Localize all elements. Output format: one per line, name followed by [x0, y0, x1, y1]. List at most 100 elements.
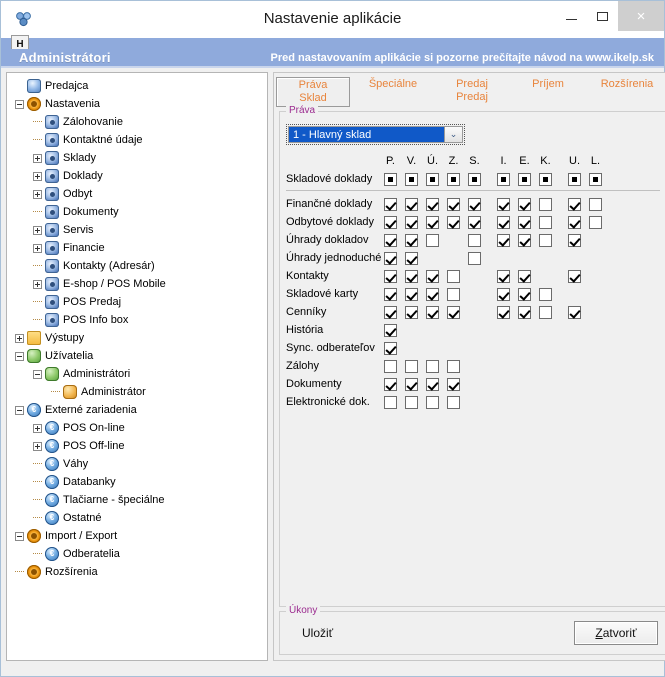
- table-row[interactable]: Zálohy: [286, 357, 660, 375]
- table-row[interactable]: Elektronické dok.: [286, 393, 660, 411]
- cell[interactable]: [405, 360, 418, 373]
- permission-checkbox[interactable]: [447, 288, 460, 301]
- cell[interactable]: [384, 306, 397, 319]
- sidebar-item-sklady[interactable]: Sklady: [7, 149, 267, 167]
- permission-checkbox[interactable]: [539, 173, 552, 186]
- permission-checkbox[interactable]: [497, 306, 510, 319]
- permission-checkbox[interactable]: [426, 288, 439, 301]
- permission-checkbox[interactable]: [384, 173, 397, 186]
- cell[interactable]: [384, 198, 397, 211]
- permission-checkbox[interactable]: [384, 270, 397, 283]
- permission-checkbox[interactable]: [497, 234, 510, 247]
- cell[interactable]: [426, 198, 439, 211]
- cell[interactable]: [384, 342, 397, 355]
- collapse-icon[interactable]: [15, 100, 24, 109]
- permission-checkbox[interactable]: [468, 198, 481, 211]
- cell[interactable]: [384, 324, 397, 337]
- permission-checkbox[interactable]: [497, 270, 510, 283]
- chevron-down-icon[interactable]: ⌄: [444, 127, 462, 142]
- permission-checkbox[interactable]: [539, 216, 552, 229]
- sidebar-item-odberatelia[interactable]: €Odberatelia: [7, 545, 267, 563]
- permission-checkbox[interactable]: [405, 198, 418, 211]
- sidebar-item-v-hy[interactable]: €Váhy: [7, 455, 267, 473]
- sidebar-item-administr-tor[interactable]: Administrátor: [7, 383, 267, 401]
- permission-checkbox[interactable]: [589, 198, 602, 211]
- cell[interactable]: [426, 216, 439, 229]
- sidebar-item-ostatn[interactable]: €Ostatné: [7, 509, 267, 527]
- cell[interactable]: [518, 270, 531, 283]
- permission-checkbox[interactable]: [384, 342, 397, 355]
- cell[interactable]: [468, 216, 481, 229]
- permission-checkbox[interactable]: [384, 378, 397, 391]
- permission-checkbox[interactable]: [568, 234, 581, 247]
- table-row[interactable]: História: [286, 321, 660, 339]
- permission-checkbox[interactable]: [384, 324, 397, 337]
- permission-checkbox[interactable]: [539, 306, 552, 319]
- permission-checkbox[interactable]: [447, 270, 460, 283]
- cell[interactable]: [568, 173, 581, 186]
- permission-checkbox[interactable]: [447, 216, 460, 229]
- cell[interactable]: [518, 234, 531, 247]
- permission-checkbox[interactable]: [497, 288, 510, 301]
- cell[interactable]: [497, 216, 510, 229]
- cell[interactable]: [426, 396, 439, 409]
- permission-checkbox[interactable]: [447, 173, 460, 186]
- cell[interactable]: [589, 173, 602, 186]
- permission-checkbox[interactable]: [384, 396, 397, 409]
- cell[interactable]: [405, 198, 418, 211]
- cell[interactable]: [539, 234, 552, 247]
- permission-checkbox[interactable]: [426, 216, 439, 229]
- cell[interactable]: [405, 234, 418, 247]
- permission-checkbox[interactable]: [568, 270, 581, 283]
- permission-checkbox[interactable]: [426, 396, 439, 409]
- permission-checkbox[interactable]: [447, 396, 460, 409]
- maximize-button[interactable]: [587, 1, 618, 31]
- table-row[interactable]: Kontakty: [286, 267, 660, 285]
- permission-checkbox[interactable]: [447, 360, 460, 373]
- cell[interactable]: [568, 234, 581, 247]
- table-row[interactable]: Dokumenty: [286, 375, 660, 393]
- cell[interactable]: [539, 173, 552, 186]
- permission-checkbox[interactable]: [405, 216, 418, 229]
- cell[interactable]: [405, 306, 418, 319]
- cell[interactable]: [405, 288, 418, 301]
- permission-checkbox[interactable]: [426, 306, 439, 319]
- permission-checkbox[interactable]: [405, 234, 418, 247]
- sidebar-item-z-lohovanie[interactable]: Zálohovanie: [7, 113, 267, 131]
- tab-roz-renia[interactable]: Rozšírenia: [588, 77, 665, 105]
- permission-checkbox[interactable]: [539, 198, 552, 211]
- permission-checkbox[interactable]: [426, 270, 439, 283]
- cell[interactable]: [405, 173, 418, 186]
- sidebar-item-databanky[interactable]: €Databanky: [7, 473, 267, 491]
- expand-icon[interactable]: [33, 172, 42, 181]
- sidebar-item-dokumenty[interactable]: Dokumenty: [7, 203, 267, 221]
- collapse-icon[interactable]: [15, 352, 24, 361]
- cell[interactable]: [497, 270, 510, 283]
- expand-icon[interactable]: [33, 154, 42, 163]
- cell[interactable]: [447, 378, 460, 391]
- table-row[interactable]: Úhrady dokladov: [286, 231, 660, 249]
- permission-checkbox[interactable]: [384, 360, 397, 373]
- expand-icon[interactable]: [33, 190, 42, 199]
- cell[interactable]: [447, 396, 460, 409]
- close-dialog-button[interactable]: Zatvoriť: [574, 621, 658, 645]
- permission-checkbox[interactable]: [589, 173, 602, 186]
- sidebar-item-kontakty-adres-r[interactable]: Kontakty (Adresár): [7, 257, 267, 275]
- permission-checkbox[interactable]: [447, 378, 460, 391]
- sidebar-item-administr-tori[interactable]: Administrátori: [7, 365, 267, 383]
- cell[interactable]: [589, 198, 602, 211]
- sidebar-item-u-vatelia[interactable]: Užívatelia: [7, 347, 267, 365]
- collapse-icon[interactable]: [33, 370, 42, 379]
- permission-checkbox[interactable]: [405, 378, 418, 391]
- cell[interactable]: [447, 198, 460, 211]
- save-button[interactable]: Uložiť: [302, 626, 333, 640]
- permission-checkbox[interactable]: [384, 198, 397, 211]
- permission-checkbox[interactable]: [568, 216, 581, 229]
- sidebar-item-roz-renia[interactable]: Rozšírenia: [7, 563, 267, 581]
- permission-checkbox[interactable]: [405, 396, 418, 409]
- permission-checkbox[interactable]: [384, 216, 397, 229]
- permission-checkbox[interactable]: [539, 234, 552, 247]
- permission-checkbox[interactable]: [568, 173, 581, 186]
- permission-checkbox[interactable]: [426, 360, 439, 373]
- sidebar-item-pos-info-box[interactable]: POS Info box: [7, 311, 267, 329]
